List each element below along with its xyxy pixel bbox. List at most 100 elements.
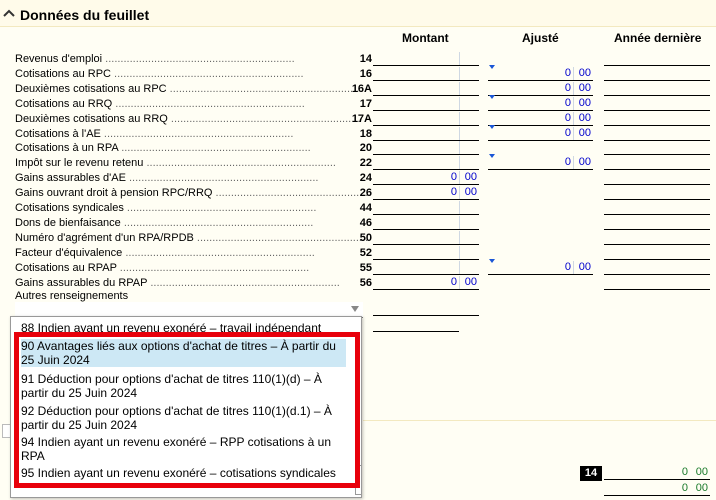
- ajuste-value: 0: [564, 112, 571, 124]
- row-label-text: Revenus d'emploi: [15, 53, 103, 65]
- row-code-16A: 16A: [351, 83, 372, 95]
- lower-value-2: 0: [681, 482, 688, 494]
- other-info-amount-field-2[interactable]: [373, 318, 459, 332]
- ajuste-field-16A[interactable]: 0 00: [488, 82, 593, 96]
- last-year-field-26[interactable]: [604, 186, 710, 200]
- row-code-16: 16: [359, 68, 372, 80]
- montant-field-22[interactable]: [373, 156, 479, 170]
- column-header-montant: Montant: [402, 31, 449, 45]
- ajuste-field-56[interactable]: [488, 276, 593, 290]
- last-year-field-50[interactable]: [604, 231, 710, 245]
- row-label-18: Cotisations à l'AE .....................…: [15, 128, 294, 140]
- other-info-amount-field[interactable]: [373, 302, 479, 316]
- montant-field-20[interactable]: [373, 141, 479, 155]
- ajuste-value: 0: [564, 156, 571, 168]
- montant-field-17[interactable]: [373, 97, 479, 111]
- column-header-ajuste: Ajusté: [522, 31, 559, 45]
- row-code-20: 20: [359, 142, 372, 154]
- section-header: Données du feuillet: [0, 0, 716, 27]
- montant-value: 0: [450, 171, 457, 183]
- adjust-marker-icon[interactable]: [489, 65, 495, 69]
- adjust-marker-icon[interactable]: [489, 259, 495, 263]
- ajuste-field-24[interactable]: [488, 171, 593, 185]
- row-label-text: Gains assurables d'AE: [15, 172, 126, 184]
- ajuste-field-55[interactable]: 0 00: [488, 261, 593, 275]
- ajuste-cents: 00: [578, 67, 591, 79]
- montant-field-17A[interactable]: [373, 112, 479, 126]
- montant-field-55[interactable]: [373, 261, 479, 275]
- ajuste-value: 0: [564, 82, 571, 94]
- last-year-field-24[interactable]: [604, 171, 710, 185]
- last-year-field-44[interactable]: [604, 201, 710, 215]
- row-label-text: Deuxièmes cotisations au RPC: [15, 83, 167, 95]
- row-label-text: Cotisations au RPAP: [15, 262, 117, 274]
- montant-field-16[interactable]: [373, 67, 479, 81]
- ajuste-field-17A[interactable]: 0 00: [488, 112, 593, 126]
- ajuste-field-22[interactable]: 0 00: [488, 156, 593, 170]
- ajuste-field-52[interactable]: [488, 246, 593, 260]
- ajuste-field-50[interactable]: [488, 231, 593, 245]
- montant-value: 0: [450, 276, 457, 288]
- ajuste-field-17[interactable]: 0 00: [488, 97, 593, 111]
- montant-field-24[interactable]: 0 00: [373, 171, 479, 185]
- ajuste-field-18[interactable]: 0 00: [488, 127, 593, 141]
- lower-value-field-2[interactable]: 0 00: [604, 482, 710, 496]
- last-year-field-18[interactable]: [604, 127, 710, 141]
- ajuste-cents: 00: [578, 261, 591, 273]
- adjust-marker-icon[interactable]: [489, 125, 495, 129]
- row-label-22: Impôt sur le revenu retenu .............…: [15, 157, 336, 169]
- ajuste-field-26[interactable]: [488, 186, 593, 200]
- ajuste-field-46[interactable]: [488, 216, 593, 230]
- ajuste-field-16[interactable]: 0 00: [488, 67, 593, 81]
- row-label-17A: Deuxièmes cotisations au RRQ ...........…: [15, 113, 361, 125]
- last-year-field-52[interactable]: [604, 246, 710, 260]
- row-code-24: 24: [359, 172, 372, 184]
- last-year-field-55[interactable]: [604, 261, 710, 275]
- montant-field-14[interactable]: [373, 52, 479, 66]
- row-label-text: Gains ouvrant droit à pension RPC/RRQ: [15, 187, 213, 199]
- adjust-marker-icon[interactable]: [489, 95, 495, 99]
- lower-value-field-1[interactable]: 0 00: [604, 466, 710, 480]
- row-label-text: Facteur d'équivalence: [15, 247, 123, 259]
- section-title: Données du feuillet: [20, 7, 150, 23]
- ajuste-field-20[interactable]: [488, 141, 593, 155]
- chevron-down-icon[interactable]: [351, 306, 359, 312]
- row-label-55: Cotisations au RPAP ....................…: [15, 262, 310, 274]
- ajuste-field-44[interactable]: [488, 201, 593, 215]
- montant-field-26[interactable]: 0 00: [373, 186, 479, 200]
- adjust-marker-icon[interactable]: [489, 154, 495, 158]
- row-label-text: Cotisations à l'AE: [15, 128, 101, 140]
- row-code-52: 52: [359, 247, 372, 259]
- montant-field-52[interactable]: [373, 246, 479, 260]
- montant-field-46[interactable]: [373, 216, 479, 230]
- last-year-field-20[interactable]: [604, 141, 710, 155]
- row-label-56: Gains assurables du RPAP ...............…: [15, 277, 340, 289]
- ajuste-field-14[interactable]: [488, 52, 593, 66]
- montant-field-56[interactable]: 0 00: [373, 276, 479, 290]
- row-code-26: 26: [359, 187, 372, 199]
- last-year-field-46[interactable]: [604, 216, 710, 230]
- last-year-field-16[interactable]: [604, 67, 710, 81]
- last-year-field-14[interactable]: [604, 52, 710, 66]
- montant-field-50[interactable]: [373, 231, 479, 245]
- ajuste-cents: 00: [578, 112, 591, 124]
- column-header-annee: Année dernière: [614, 31, 702, 45]
- montant-cents: 00: [464, 276, 477, 288]
- lower-cents-2: 00: [695, 482, 708, 494]
- montant-field-44[interactable]: [373, 201, 479, 215]
- row-label-text: Dons de bienfaisance: [15, 217, 121, 229]
- ajuste-value: 0: [564, 97, 571, 109]
- row-label-text: Numéro d'agrément d'un RPA/RPDB: [15, 232, 194, 244]
- row-label-16: Cotisations au RPC .....................…: [15, 68, 304, 80]
- chevron-up-icon[interactable]: [3, 8, 15, 18]
- ajuste-value: 0: [564, 261, 571, 273]
- last-year-field-22[interactable]: [604, 156, 710, 170]
- row-code-46: 46: [359, 217, 372, 229]
- last-year-field-17[interactable]: [604, 97, 710, 111]
- row-code-55: 55: [359, 262, 372, 274]
- last-year-field-56[interactable]: [604, 276, 710, 290]
- last-year-field-17A[interactable]: [604, 112, 710, 126]
- montant-field-16A[interactable]: [373, 82, 479, 96]
- last-year-field-16A[interactable]: [604, 82, 710, 96]
- montant-field-18[interactable]: [373, 127, 479, 141]
